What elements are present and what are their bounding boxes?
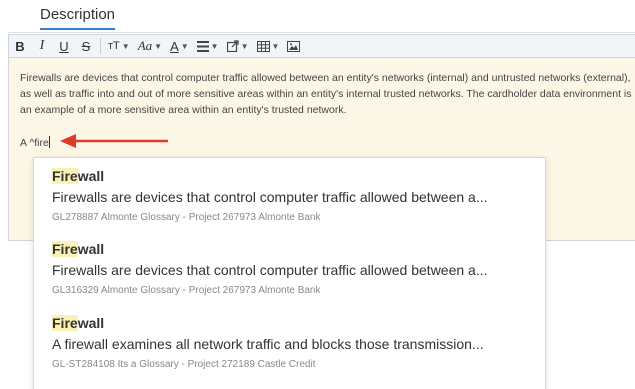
paragraph-align-button[interactable]: ▼ xyxy=(193,35,223,57)
glossary-suggestion-dropdown: Firewall Firewalls are devices that cont… xyxy=(33,157,546,389)
suggestion-title: Firewall xyxy=(52,168,532,185)
text-cursor xyxy=(48,136,50,148)
match-highlight: Fire xyxy=(52,241,78,257)
caret-down-icon: ▼ xyxy=(240,41,249,51)
font-color-button[interactable]: A ▼ xyxy=(166,35,193,57)
bold-button[interactable]: B xyxy=(9,35,31,57)
editor-toolbar: B I U S тT ▼ Aa ▼ A ▼ ▼ ▼ ▼ xyxy=(8,34,635,58)
suggestion-definition: A firewall examines all network traffic … xyxy=(52,336,484,352)
tab-description[interactable]: Description xyxy=(40,6,116,30)
table-button[interactable]: ▼ xyxy=(253,35,284,57)
font-color-label: A xyxy=(170,38,179,54)
typed-text-line: A ^fire xyxy=(20,136,50,149)
typed-text: A ^fire xyxy=(20,137,49,149)
suggestion-definition: Firewalls are devices that control compu… xyxy=(52,262,488,278)
caret-down-icon: ▼ xyxy=(271,41,280,51)
caret-down-icon: ▼ xyxy=(210,41,219,51)
tab-divider xyxy=(8,32,635,33)
font-family-button[interactable]: Aa ▼ xyxy=(134,35,166,57)
italic-button[interactable]: I xyxy=(31,35,53,57)
suggestion-title-rest: wall xyxy=(77,168,105,184)
caret-down-icon: ▼ xyxy=(154,41,163,51)
suggestion-title: Firewall xyxy=(52,315,532,332)
suggestion-title-rest: wall xyxy=(77,241,105,257)
link-button[interactable]: ▼ xyxy=(223,35,253,57)
suggestion-title-rest: wall xyxy=(77,315,105,331)
toolbar-separator xyxy=(100,38,101,54)
paragraph-align-icon xyxy=(196,40,209,52)
match-highlight: Fire xyxy=(52,168,78,184)
table-icon xyxy=(256,40,270,52)
suggestion-title: Firewall xyxy=(52,241,532,258)
suggestion-definition: Firewalls are devices that control compu… xyxy=(52,189,488,205)
suggestion-item[interactable]: Firewall A firewall examines all network… xyxy=(52,315,532,371)
suggestion-source: GL316329 Almonte Glossary - Project 2679… xyxy=(52,285,321,296)
caret-down-icon: ▼ xyxy=(121,41,130,51)
editor-paragraph: Firewalls are devices that control compu… xyxy=(20,72,632,116)
suggestion-item[interactable]: Firewall Firewalls are devices that cont… xyxy=(52,241,532,297)
font-size-button[interactable]: тT ▼ xyxy=(104,35,134,57)
match-highlight: Fire xyxy=(52,315,78,331)
underline-button[interactable]: U xyxy=(53,35,75,57)
suggestion-source: GL-ST284108 Its a Glossary - Project 272… xyxy=(52,359,316,370)
image-icon xyxy=(287,40,301,52)
strikethrough-button[interactable]: S xyxy=(75,35,97,57)
annotation-arrow-icon xyxy=(60,134,168,148)
link-icon xyxy=(226,40,239,52)
suggestion-source: GL278887 Almonte Glossary - Project 2679… xyxy=(52,212,321,223)
font-family-label: Aa xyxy=(137,38,153,53)
suggestion-item[interactable]: Firewall Firewalls are devices that cont… xyxy=(52,168,532,224)
font-size-label: тT xyxy=(108,40,120,52)
caret-down-icon: ▼ xyxy=(180,41,189,51)
image-button[interactable] xyxy=(283,35,304,57)
